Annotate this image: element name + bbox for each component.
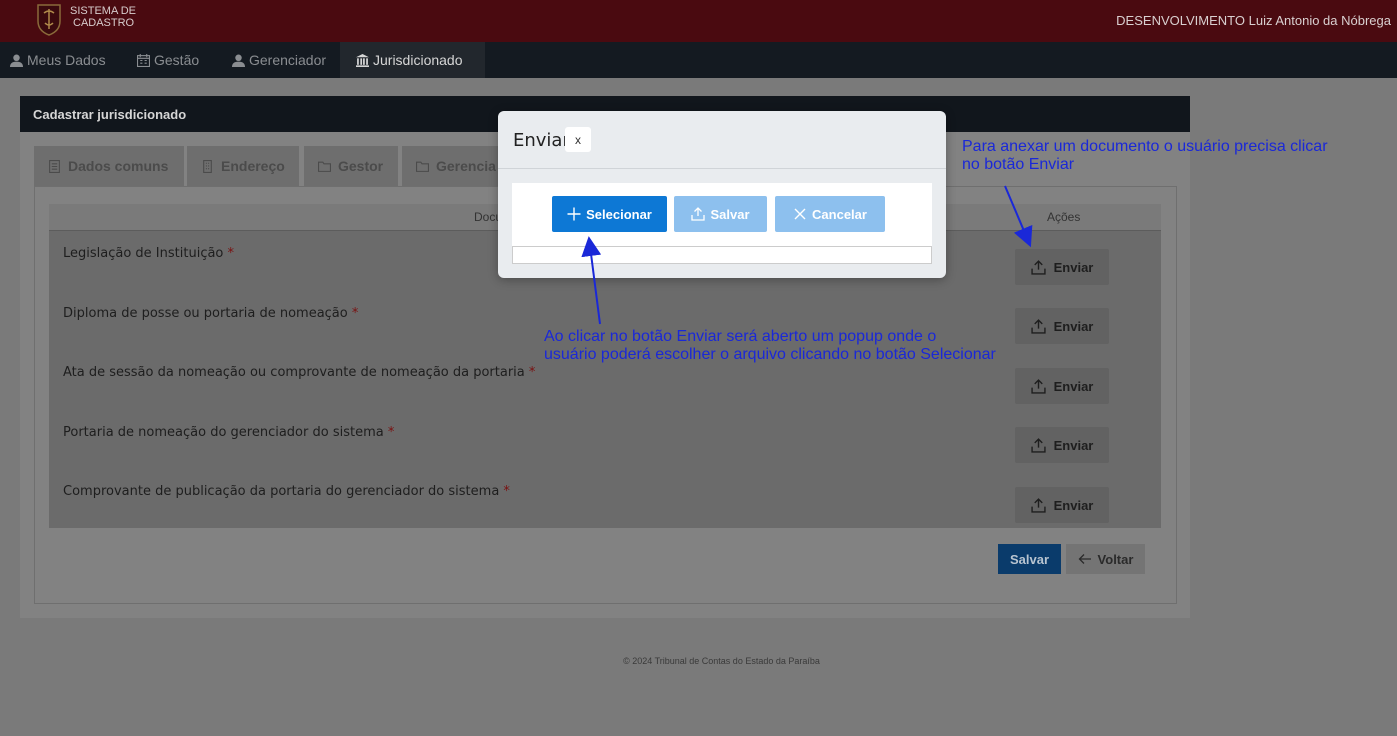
document-icon <box>49 159 60 173</box>
arrow-left-icon <box>1078 554 1091 564</box>
annotation-line: Para anexar um documento o usuário preci… <box>962 138 1328 155</box>
tab-label: Gestor <box>338 158 384 174</box>
table-row-label: Comprovante de publicação da portaria do… <box>63 484 510 499</box>
enviar-button[interactable]: Enviar <box>1015 249 1109 285</box>
table-row-label: Diploma de posse ou portaria de nomeação… <box>63 306 358 321</box>
required-marker: * <box>503 484 510 499</box>
upload-icon <box>691 207 706 221</box>
upload-progress-area <box>512 246 932 264</box>
upload-modal: Enviar x Selecionar Salvar Cancelar <box>498 111 946 278</box>
nav-label: Jurisdicionado <box>373 52 463 68</box>
modal-body: Selecionar Salvar Cancelar <box>512 183 932 264</box>
building-icon <box>203 159 212 173</box>
modal-divider <box>498 168 946 169</box>
enviar-button[interactable]: Enviar <box>1015 308 1109 344</box>
upload-icon <box>1031 318 1046 334</box>
required-marker: * <box>227 246 235 261</box>
button-label: Enviar <box>1053 497 1094 513</box>
tab-gerenciador[interactable]: Gerencia <box>402 146 500 186</box>
brand-title: SISTEMA DE CADASTRO <box>70 5 136 29</box>
button-label: Enviar <box>1053 259 1094 275</box>
tab-endereco[interactable]: Endereço <box>187 146 299 186</box>
modal-title: Enviar <box>513 130 570 151</box>
button-label: Cancelar <box>812 206 867 222</box>
upload-icon <box>1031 437 1046 453</box>
required-marker: * <box>387 425 395 440</box>
table-row-label: Portaria de nomeação do gerenciador do s… <box>63 425 394 440</box>
button-label: Enviar <box>1053 318 1094 334</box>
plus-icon <box>567 207 581 221</box>
document-name: Comprovante de publicação da portaria do… <box>63 484 500 499</box>
brand-line-2: CADASTRO <box>73 17 135 29</box>
user-name[interactable]: DESENVOLVIMENTO Luiz Antonio da Nóbrega <box>1116 13 1391 28</box>
folder-icon <box>416 161 429 172</box>
nav-label: Meus Dados <box>27 52 106 68</box>
top-header: SISTEMA DE CADASTRO DESENVOLVIMENTO Luiz… <box>0 0 1397 42</box>
button-label: Salvar <box>710 206 750 222</box>
close-icon <box>794 208 806 220</box>
save-button[interactable]: Salvar <box>998 544 1061 574</box>
annotation-line: usuário poderá escolher o arquivo clican… <box>544 346 996 363</box>
upload-icon <box>1031 378 1046 394</box>
modal-cancel-button[interactable]: Cancelar <box>775 196 885 232</box>
document-name: Ata de sessão da nomeação ou comprovante… <box>63 365 525 380</box>
enviar-button[interactable]: Enviar <box>1015 368 1109 404</box>
tab-label: Endereço <box>221 158 285 174</box>
enviar-button[interactable]: Enviar <box>1015 487 1109 523</box>
table-row-label: Ata de sessão da nomeação ou comprovante… <box>63 365 535 380</box>
required-marker: * <box>528 365 536 380</box>
user-icon <box>232 54 245 67</box>
institution-icon <box>356 53 369 67</box>
button-label: Voltar <box>1097 551 1134 567</box>
annotation-line: no botão Enviar <box>962 156 1075 173</box>
annotation-top-right: Para anexar um documento o usuário preci… <box>962 138 1328 174</box>
upload-icon <box>1031 259 1046 275</box>
document-name: Portaria de nomeação do gerenciador do s… <box>63 425 384 440</box>
tce-logo-icon <box>37 4 61 36</box>
nav-gerenciador[interactable]: Gerenciador <box>222 42 336 78</box>
select-file-button[interactable]: Selecionar <box>552 196 667 232</box>
document-name: Diploma de posse ou portaria de nomeação <box>63 306 348 321</box>
main-nav: Meus Dados Gestão Gerenciador Jurisdicio… <box>0 42 1397 78</box>
nav-gestao[interactable]: Gestão <box>127 42 209 78</box>
tab-dados-comuns[interactable]: Dados comuns <box>34 146 184 186</box>
calendar-icon <box>137 53 150 67</box>
user-icon <box>10 54 23 67</box>
document-name: Legislação de Instituição <box>63 246 224 261</box>
upload-icon <box>1031 497 1046 513</box>
brand-line-1: SISTEMA DE <box>70 5 137 17</box>
button-label: Enviar <box>1053 437 1094 453</box>
folder-icon <box>318 161 331 172</box>
tab-label: Dados comuns <box>68 158 169 174</box>
nav-jurisdicionado[interactable]: Jurisdicionado <box>340 42 485 78</box>
tab-gestor[interactable]: Gestor <box>304 146 398 186</box>
back-button[interactable]: Voltar <box>1066 544 1145 574</box>
nav-meus-dados[interactable]: Meus Dados <box>0 42 116 78</box>
annotation-line: Ao clicar no botão Enviar será aberto um… <box>544 328 937 345</box>
footer-copyright: © 2024 Tribunal de Contas do Estado da P… <box>623 656 820 666</box>
annotation-center: Ao clicar no botão Enviar será aberto um… <box>544 328 996 364</box>
modal-save-button[interactable]: Salvar <box>674 196 767 232</box>
tab-label: Gerencia <box>436 158 496 174</box>
table-row-label: Legislação de Instituição * <box>63 246 234 261</box>
button-label: Enviar <box>1053 378 1094 394</box>
required-marker: * <box>351 306 359 321</box>
nav-label: Gerenciador <box>249 52 327 68</box>
nav-label: Gestão <box>154 52 200 68</box>
modal-close-button[interactable]: x <box>565 127 591 152</box>
column-actions: Ações <box>1047 210 1081 224</box>
enviar-button[interactable]: Enviar <box>1015 427 1109 463</box>
button-label: Selecionar <box>586 206 652 222</box>
